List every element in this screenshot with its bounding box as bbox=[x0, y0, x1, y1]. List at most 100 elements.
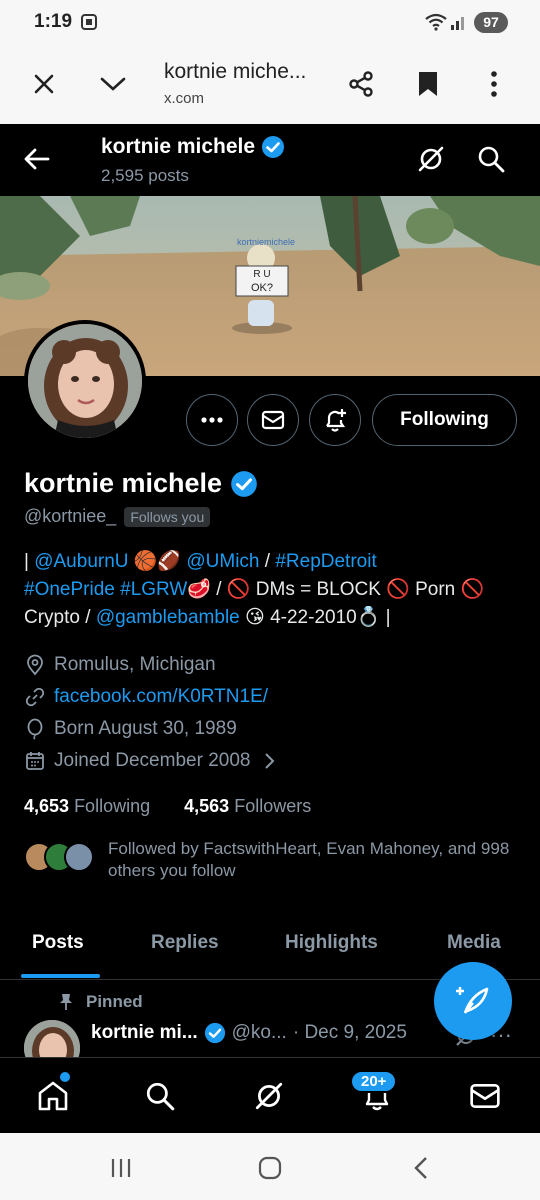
mail-icon bbox=[470, 1084, 500, 1108]
svg-text:OK?: OK? bbox=[251, 282, 273, 294]
followers-count-link[interactable]: 4,563 Followers bbox=[184, 796, 311, 816]
tab-posts[interactable]: Posts bbox=[32, 932, 84, 954]
sim-icon bbox=[81, 14, 97, 30]
pin-icon bbox=[60, 994, 72, 1010]
more-options-button[interactable] bbox=[186, 394, 238, 446]
home-button-icon[interactable] bbox=[255, 1153, 285, 1183]
following-button[interactable]: Following bbox=[372, 394, 517, 446]
followed-by-avatars bbox=[24, 842, 94, 874]
post-header: kortnie mi... @ko... · Dec 9, 2025 bbox=[91, 1022, 407, 1044]
active-tab-indicator bbox=[21, 974, 100, 978]
close-icon[interactable] bbox=[26, 66, 62, 102]
balloon-icon bbox=[27, 718, 43, 740]
compose-post-button[interactable] bbox=[434, 962, 512, 1040]
birthday-text: Born August 30, 1989 bbox=[54, 718, 237, 739]
followers-count: 4,563 bbox=[184, 796, 230, 816]
notifications-subscribe-button[interactable] bbox=[309, 394, 361, 446]
bio-hashtag-repdetroit[interactable]: #RepDetroit bbox=[275, 551, 376, 572]
avatar bbox=[64, 842, 94, 872]
bio-hashtag-lgrw[interactable]: #LGRW bbox=[120, 579, 187, 600]
post-date[interactable]: · Dec 9, 2025 bbox=[293, 1022, 407, 1044]
follows-you-badge: Follows you bbox=[124, 506, 211, 527]
bookmark-icon[interactable] bbox=[410, 66, 446, 102]
share-icon[interactable] bbox=[343, 66, 379, 102]
profile-location: Romulus, Michigan bbox=[24, 654, 216, 676]
nav-messages[interactable] bbox=[467, 1078, 503, 1114]
followers-label: Followers bbox=[234, 796, 312, 816]
profile-top-bar: kortnie michele 2,595 posts bbox=[0, 124, 540, 196]
status-bar: 1:19 97 bbox=[0, 0, 540, 44]
tab-media[interactable]: Media bbox=[447, 932, 501, 954]
post-author-handle: @ko... bbox=[231, 1022, 287, 1043]
bio-text: 🏀🏈 bbox=[128, 551, 187, 572]
mail-icon bbox=[261, 410, 285, 430]
profile-name-text: kortnie michele bbox=[24, 468, 223, 498]
verified-badge-icon bbox=[204, 1022, 225, 1044]
handle-row: @kortniee_ Follows you bbox=[24, 506, 211, 527]
banner-watermark: kortniemichele bbox=[237, 237, 295, 247]
header-name-text: kortnie michele bbox=[101, 135, 256, 158]
bio-mention-umich[interactable]: @UMich bbox=[186, 551, 259, 572]
back-arrow-icon[interactable] bbox=[22, 144, 52, 174]
pinned-label: Pinned bbox=[58, 992, 143, 1012]
home-unread-dot bbox=[60, 1072, 70, 1082]
profile-avatar[interactable] bbox=[24, 320, 146, 442]
recent-apps-icon[interactable] bbox=[106, 1153, 136, 1183]
wifi-icon bbox=[425, 13, 447, 31]
grok-icon[interactable] bbox=[416, 144, 446, 174]
bio-text: / bbox=[259, 551, 276, 572]
grok-icon bbox=[255, 1082, 283, 1110]
home-icon bbox=[38, 1081, 68, 1111]
tab-highlights[interactable]: Highlights bbox=[285, 932, 378, 954]
verified-badge-icon bbox=[231, 470, 257, 497]
more-vertical-icon[interactable] bbox=[476, 66, 512, 102]
profile-birthday: Born August 30, 1989 bbox=[24, 718, 237, 740]
chevron-right-icon bbox=[265, 753, 275, 769]
profile-handle: @kortniee_ bbox=[24, 506, 117, 526]
notifications-badge: 20+ bbox=[350, 1070, 398, 1093]
bio-mention-auburnu[interactable]: @AuburnU bbox=[34, 551, 128, 572]
profile-name: kortnie michele bbox=[24, 468, 258, 499]
tab-replies[interactable]: Replies bbox=[151, 932, 219, 954]
browser-url: x.com bbox=[164, 90, 205, 107]
browser-page-title: kortnie miche... bbox=[164, 60, 307, 83]
more-horizontal-icon bbox=[201, 417, 223, 423]
nav-grok[interactable] bbox=[251, 1078, 287, 1114]
profile-joined[interactable]: Joined December 2008 bbox=[24, 750, 280, 772]
calendar-icon bbox=[26, 752, 44, 770]
bio-mention-gamblebamble[interactable]: @gamblebamble bbox=[96, 607, 240, 628]
nav-home[interactable] bbox=[35, 1078, 71, 1114]
verified-badge-icon bbox=[262, 136, 285, 158]
link-icon bbox=[25, 687, 45, 707]
bell-plus-icon bbox=[326, 409, 346, 432]
nav-search[interactable] bbox=[142, 1078, 178, 1114]
search-icon bbox=[146, 1082, 175, 1111]
bio-text: 😘 4-22-2010💍 | bbox=[239, 607, 391, 628]
svg-text:R U: R U bbox=[253, 269, 270, 280]
follow-counts: 4,653 Following 4,563 Followers bbox=[24, 796, 311, 817]
header-post-count: 2,595 posts bbox=[101, 166, 189, 185]
joined-text: Joined December 2008 bbox=[54, 750, 251, 771]
post-author-name[interactable]: kortnie mi... bbox=[91, 1022, 198, 1044]
following-count-link[interactable]: 4,653 Following bbox=[24, 796, 150, 816]
profile-bio: | @AuburnU 🏀🏈 @UMich / #RepDetroit #OneP… bbox=[24, 548, 520, 632]
following-label: Following bbox=[74, 796, 151, 816]
chevron-down-icon[interactable] bbox=[95, 66, 131, 102]
website-link[interactable]: facebook.com/K0RTN1E/ bbox=[54, 686, 268, 708]
bio-hashtag-onepride[interactable]: #OnePride bbox=[24, 579, 115, 600]
profile-website[interactable]: facebook.com/K0RTN1E/ bbox=[24, 686, 268, 708]
browser-toolbar: kortnie miche... x.com bbox=[0, 44, 540, 124]
header-name: kortnie michele bbox=[101, 135, 285, 159]
status-time: 1:19 bbox=[34, 11, 73, 32]
battery-indicator: 97 bbox=[474, 12, 508, 33]
bio-text: | bbox=[24, 551, 35, 572]
back-icon[interactable] bbox=[407, 1153, 437, 1183]
bottom-navigation: 20+ bbox=[0, 1057, 540, 1133]
followed-by-text: Followed by FactswithHeart, Evan Mahoney… bbox=[108, 839, 510, 880]
following-count: 4,653 bbox=[24, 796, 70, 816]
system-navigation-bar bbox=[0, 1133, 540, 1200]
signal-icon bbox=[451, 17, 464, 30]
location-text: Romulus, Michigan bbox=[54, 654, 216, 675]
message-button[interactable] bbox=[247, 394, 299, 446]
search-icon[interactable] bbox=[476, 144, 506, 174]
